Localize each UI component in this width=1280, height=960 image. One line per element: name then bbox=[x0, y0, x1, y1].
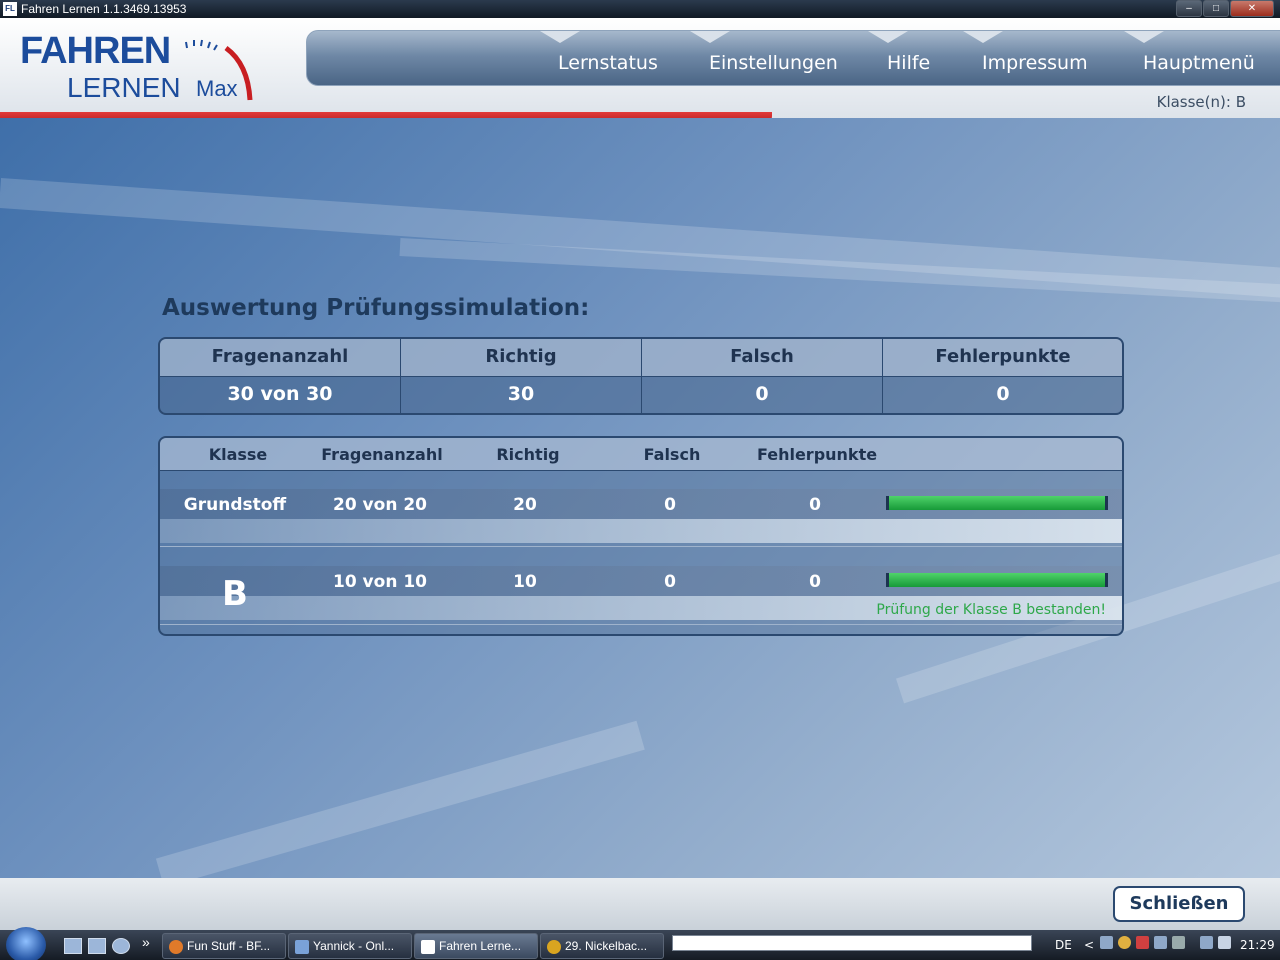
nav-hauptmenu[interactable]: Hauptmenü bbox=[1143, 52, 1255, 74]
taskbar-item-label: Yannick - Onl... bbox=[313, 939, 395, 953]
detail-header-klasse: Klasse bbox=[208, 445, 268, 464]
summary-value-fehlerpunkte: 0 bbox=[996, 383, 1010, 405]
summary-header-fragenanzahl: Fragenanzahl bbox=[211, 346, 349, 367]
detail-header-fragenanzahl: Fragenanzahl bbox=[321, 445, 443, 464]
show-desktop-icon[interactable] bbox=[64, 938, 82, 954]
nav-marker-icon bbox=[868, 31, 908, 43]
window-controls: – □ ✕ bbox=[1175, 0, 1274, 17]
firefox-icon bbox=[169, 939, 183, 954]
summary-header-falsch: Falsch bbox=[730, 346, 794, 367]
taskbar-item[interactable]: Fun Stuff - BF... bbox=[162, 933, 286, 959]
messenger-icon bbox=[295, 939, 309, 954]
window-title-bar: FL Fahren Lernen 1.1.3469.13953 – □ ✕ bbox=[0, 0, 1280, 18]
row-highlight bbox=[160, 519, 1122, 543]
close-icon[interactable]: ✕ bbox=[1230, 0, 1274, 17]
progress-bar bbox=[886, 573, 1108, 587]
summary-value-richtig: 30 bbox=[507, 383, 535, 405]
detail-table: Klasse Fragenanzahl Richtig Falsch Fehle… bbox=[158, 436, 1124, 636]
row-fragenanzahl: 20 von 20 bbox=[332, 495, 427, 515]
taskbar-toolbar-field[interactable] bbox=[672, 935, 1032, 951]
detail-header-fehlerpunkte: Fehlerpunkte bbox=[756, 445, 878, 464]
minimize-icon[interactable]: – bbox=[1176, 0, 1202, 17]
tray-icon[interactable] bbox=[1118, 936, 1131, 949]
nav-lernstatus[interactable]: Lernstatus bbox=[558, 52, 658, 74]
summary-header-fehlerpunkte: Fehlerpunkte bbox=[935, 346, 1071, 367]
summary-value-falsch: 0 bbox=[755, 383, 769, 405]
taskbar-item-label: 29. Nickelbac... bbox=[565, 939, 648, 953]
tray-expand-icon[interactable]: < bbox=[1084, 938, 1094, 952]
detail-header-falsch: Falsch bbox=[643, 445, 701, 464]
row-fragenanzahl: 10 von 10 bbox=[332, 572, 427, 592]
taskbar-item[interactable]: 29. Nickelbac... bbox=[540, 933, 664, 959]
taskbar-item-label: Fahren Lerne... bbox=[439, 939, 522, 953]
page-title: Auswertung Prüfungssimulation: bbox=[162, 295, 590, 321]
close-button[interactable]: Schließen bbox=[1113, 886, 1245, 922]
background-streak bbox=[155, 720, 645, 878]
row-klasse: B bbox=[222, 574, 248, 614]
tray-icon[interactable] bbox=[1154, 936, 1167, 949]
volume-icon[interactable] bbox=[1218, 936, 1231, 949]
quicklaunch-overflow-icon[interactable]: » bbox=[142, 934, 150, 950]
logo-text-fahren: FAHREN bbox=[20, 30, 171, 72]
taskbar-item-active[interactable]: Fahren Lerne... bbox=[414, 933, 538, 959]
switch-windows-icon[interactable] bbox=[88, 938, 106, 954]
nav-einstellungen[interactable]: Einstellungen bbox=[709, 52, 838, 74]
row-richtig: 10 bbox=[513, 572, 537, 592]
progress-bar bbox=[886, 496, 1108, 510]
nav-marker-icon bbox=[1124, 31, 1164, 43]
summary-value-fragenanzahl: 30 von 30 bbox=[227, 383, 333, 405]
window-title: Fahren Lernen 1.1.3469.13953 bbox=[21, 2, 187, 16]
media-player-icon bbox=[547, 939, 561, 954]
row-fehlerpunkte: 0 bbox=[809, 495, 821, 515]
row-falsch: 0 bbox=[664, 495, 676, 515]
start-button-icon[interactable] bbox=[6, 927, 46, 960]
row-falsch: 0 bbox=[664, 572, 676, 592]
footer-bar bbox=[0, 878, 1280, 930]
klasse-indicator: Klasse(n): B bbox=[1156, 93, 1246, 111]
pass-message: Prüfung der Klasse B bestanden! bbox=[876, 602, 1106, 618]
fahren-lernen-icon bbox=[421, 939, 435, 954]
row-klasse: Grundstoff bbox=[183, 495, 287, 515]
app-icon: FL bbox=[3, 2, 17, 16]
clock[interactable]: 21:29 bbox=[1240, 938, 1275, 952]
nav-marker-icon bbox=[540, 31, 580, 43]
taskbar-item[interactable]: Yannick - Onl... bbox=[288, 933, 412, 959]
tray-icon[interactable] bbox=[1172, 936, 1185, 949]
tray-icon[interactable] bbox=[1100, 936, 1113, 949]
tray-icon[interactable] bbox=[1136, 936, 1149, 949]
maximize-icon[interactable]: □ bbox=[1203, 0, 1229, 17]
nav-impressum[interactable]: Impressum bbox=[982, 52, 1088, 74]
detail-header-richtig: Richtig bbox=[496, 445, 560, 464]
nav-marker-icon bbox=[963, 31, 1003, 43]
row-richtig: 20 bbox=[513, 495, 537, 515]
taskbar-item-label: Fun Stuff - BF... bbox=[187, 939, 271, 953]
logo-text-lernen: LERNEN bbox=[67, 72, 181, 103]
internet-explorer-icon[interactable] bbox=[112, 938, 130, 954]
summary-table: Fragenanzahl Richtig Falsch Fehlerpunkte… bbox=[158, 337, 1124, 415]
row-fehlerpunkte: 0 bbox=[809, 572, 821, 592]
summary-header-richtig: Richtig bbox=[485, 346, 557, 367]
network-icon[interactable] bbox=[1200, 936, 1213, 949]
logo-text-max: Max bbox=[196, 76, 238, 101]
language-indicator[interactable]: DE bbox=[1055, 938, 1072, 952]
row-divider bbox=[160, 546, 1122, 547]
nav-hilfe[interactable]: Hilfe bbox=[887, 52, 930, 74]
nav-marker-icon bbox=[690, 31, 730, 43]
row-divider bbox=[160, 624, 1122, 625]
